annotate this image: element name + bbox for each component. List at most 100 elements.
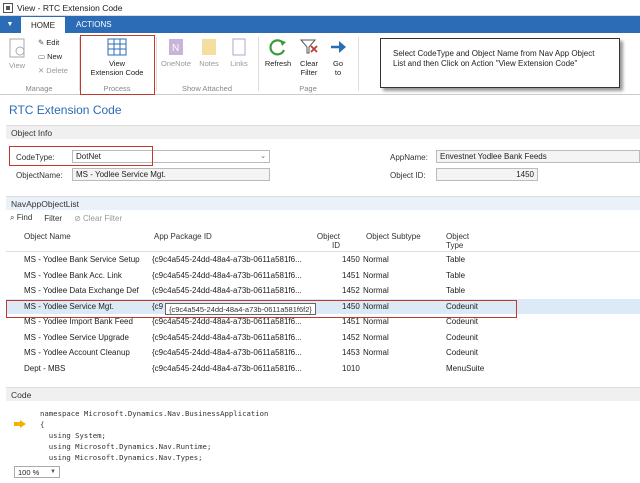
refresh-button[interactable]: Refresh [263,37,293,68]
cell-subtype: Normal [363,255,389,264]
find-label: Find [16,213,33,222]
page-group: Refresh Clear Filter Go to Page [259,33,357,95]
refresh-icon [269,39,286,56]
nav-app-object-list-header[interactable]: NavAppObjectList [6,196,640,210]
filter-button[interactable]: Filter [44,214,62,223]
filter-clear-icon: ⊘ [74,213,81,223]
cell-id: 1010 [342,363,360,373]
cell-id: 1451 [342,270,360,280]
edit-button[interactable]: ✎ Edit [38,38,59,47]
cell-name: MS - Yodlee Bank Acc. Link [24,270,122,280]
app-icon [3,2,13,13]
col-subtype[interactable]: Object Subtype [366,232,421,241]
table-row[interactable]: MS - Yodlee Bank Acc. Link {c9c4a545-24d… [6,268,640,284]
cell-id: 1450 [342,255,360,264]
separator [358,37,359,91]
show-attached-group: N OneNote Notes Links Show Attached [157,33,257,95]
ribbon-tab-row: ▼ HOME ACTIONS [0,16,640,33]
notes-label: Notes [199,59,219,68]
clear-filter-list-button[interactable]: ⊘ Clear Filter [74,214,122,223]
package-id-tooltip: {c9c4a545-24dd-48a4-a73b-0611a581f6f2} [165,303,316,315]
onenote-label: OneNote [160,59,192,68]
edit-label: Edit [46,38,60,47]
tab-actions[interactable]: ACTIONS [66,16,122,33]
chevron-down-icon: ▼ [50,469,56,475]
cell-pkg: {c9c4a545-24dd-48a4-a73b-0611a581f6... [152,363,302,373]
delete-button[interactable]: ✕ Delete [38,66,68,75]
cell-name: MS - Yodlee Service Upgrade [24,332,129,342]
cell-type: Codeunit [446,332,479,342]
links-icon [232,38,246,56]
appname-field[interactable]: Envestnet Yodlee Bank Feeds [436,150,640,163]
cell-name: MS - Yodlee Import Bank Feed [24,317,133,326]
table-row[interactable]: MS - Yodlee Data Exchange Def {c9c4a545-… [6,283,640,299]
onenote-button[interactable]: N OneNote [159,37,193,68]
zoom-select[interactable]: 100 % ▼ [14,466,60,478]
table-row[interactable]: Dept - MBS {c9c4a545-24dd-48a4-a73b-0611… [6,361,640,377]
cell-name: MS - Yodlee Bank Service Setup [24,255,140,264]
new-icon: ▭ [38,52,46,61]
objectid-label: Object ID: [390,171,426,180]
links-label: Links [230,59,248,68]
new-button[interactable]: ▭ New [38,52,62,61]
goto-line1: Go [332,59,343,68]
cell-id: 1451 [342,317,360,326]
cell-pkg: {c9c4a545-24dd-48a4-a73b-0611a581f6... [152,255,302,264]
manage-group-label: Manage [25,84,53,93]
clear-filter-line1: Clear [300,59,318,68]
col-object-id-l2: ID [332,241,340,250]
arrow-right-icon [331,41,346,53]
links-button[interactable]: Links [225,37,253,68]
notes-button[interactable]: Notes [195,37,223,68]
code-line: using System; [40,431,106,440]
cell-name: MS - Yodlee Account Cleanup [24,348,130,357]
goto-button[interactable]: Go to [325,37,351,77]
cell-subtype: Normal [363,332,389,342]
chevron-down-icon[interactable]: ▼ [0,16,20,33]
view-button[interactable]: View [4,37,30,70]
col-type-l2: Type [446,241,464,250]
clear-filter-line2: Filter [300,68,318,77]
filter-icon [299,39,318,54]
new-label: New [47,52,63,61]
find-button[interactable]: ⌕ Find [10,213,32,223]
table-row[interactable]: MS - Yodlee Account Cleanup {c9c4a545-24… [6,345,640,361]
notes-icon [202,39,216,55]
objectid-field[interactable]: 1450 [436,168,538,181]
clear-filter-list-label: Clear Filter [83,213,123,223]
current-line-arrow-icon [14,420,26,428]
codetype-highlight-box [9,146,153,166]
svg-text:N: N [172,43,179,54]
col-object-id[interactable]: Object ID [316,232,340,250]
tab-home[interactable]: HOME [20,16,66,33]
table-header: Object Name App Package ID Object ID Obj… [6,228,640,252]
col-object-name[interactable]: Object Name [24,232,71,241]
table-row[interactable]: MS - Yodlee Service Upgrade {c9c4a545-24… [6,330,640,346]
cell-name: Dept - MBS [24,363,66,373]
col-type-l1: Object [446,232,470,241]
page-title: RTC Extension Code [9,103,122,117]
cell-subtype: Normal [363,317,389,326]
code-viewer[interactable]: namespace Microsoft.Dynamics.Nav.Busines… [6,402,640,468]
objectname-field[interactable]: MS - Yodlee Service Mgt. [72,168,270,181]
appname-label: AppName: [390,153,428,162]
delete-label: Delete [46,66,68,75]
code-line: { [40,420,45,429]
code-header[interactable]: Code [6,387,640,401]
page-group-label: Page [299,84,317,93]
cell-type: Codeunit [446,317,479,326]
window-title: View - RTC Extension Code [17,2,123,13]
code-line: using Microsoft.Dynamics.Nav.Runtime; [40,442,212,451]
code-line: using Microsoft.Dynamics.Nav.Types; [40,453,203,462]
chevron-down-icon[interactable]: ⌄ [260,152,266,160]
clear-filter-button[interactable]: Clear Filter [295,37,323,77]
cell-id: 1452 [342,286,360,295]
manage-group: View ✎ Edit ▭ New ✕ Delete Manage [0,33,78,95]
col-package-id[interactable]: App Package ID [154,232,212,241]
cell-subtype: Normal [363,348,389,357]
instruction-callout: Select CodeType and Object Name from Nav… [380,38,620,88]
table-row[interactable]: MS - Yodlee Bank Service Setup {c9c4a545… [6,252,640,268]
col-type[interactable]: Object Type [446,232,469,250]
zoom-value: 100 % [18,467,40,477]
object-info-header[interactable]: Object Info [6,125,640,139]
